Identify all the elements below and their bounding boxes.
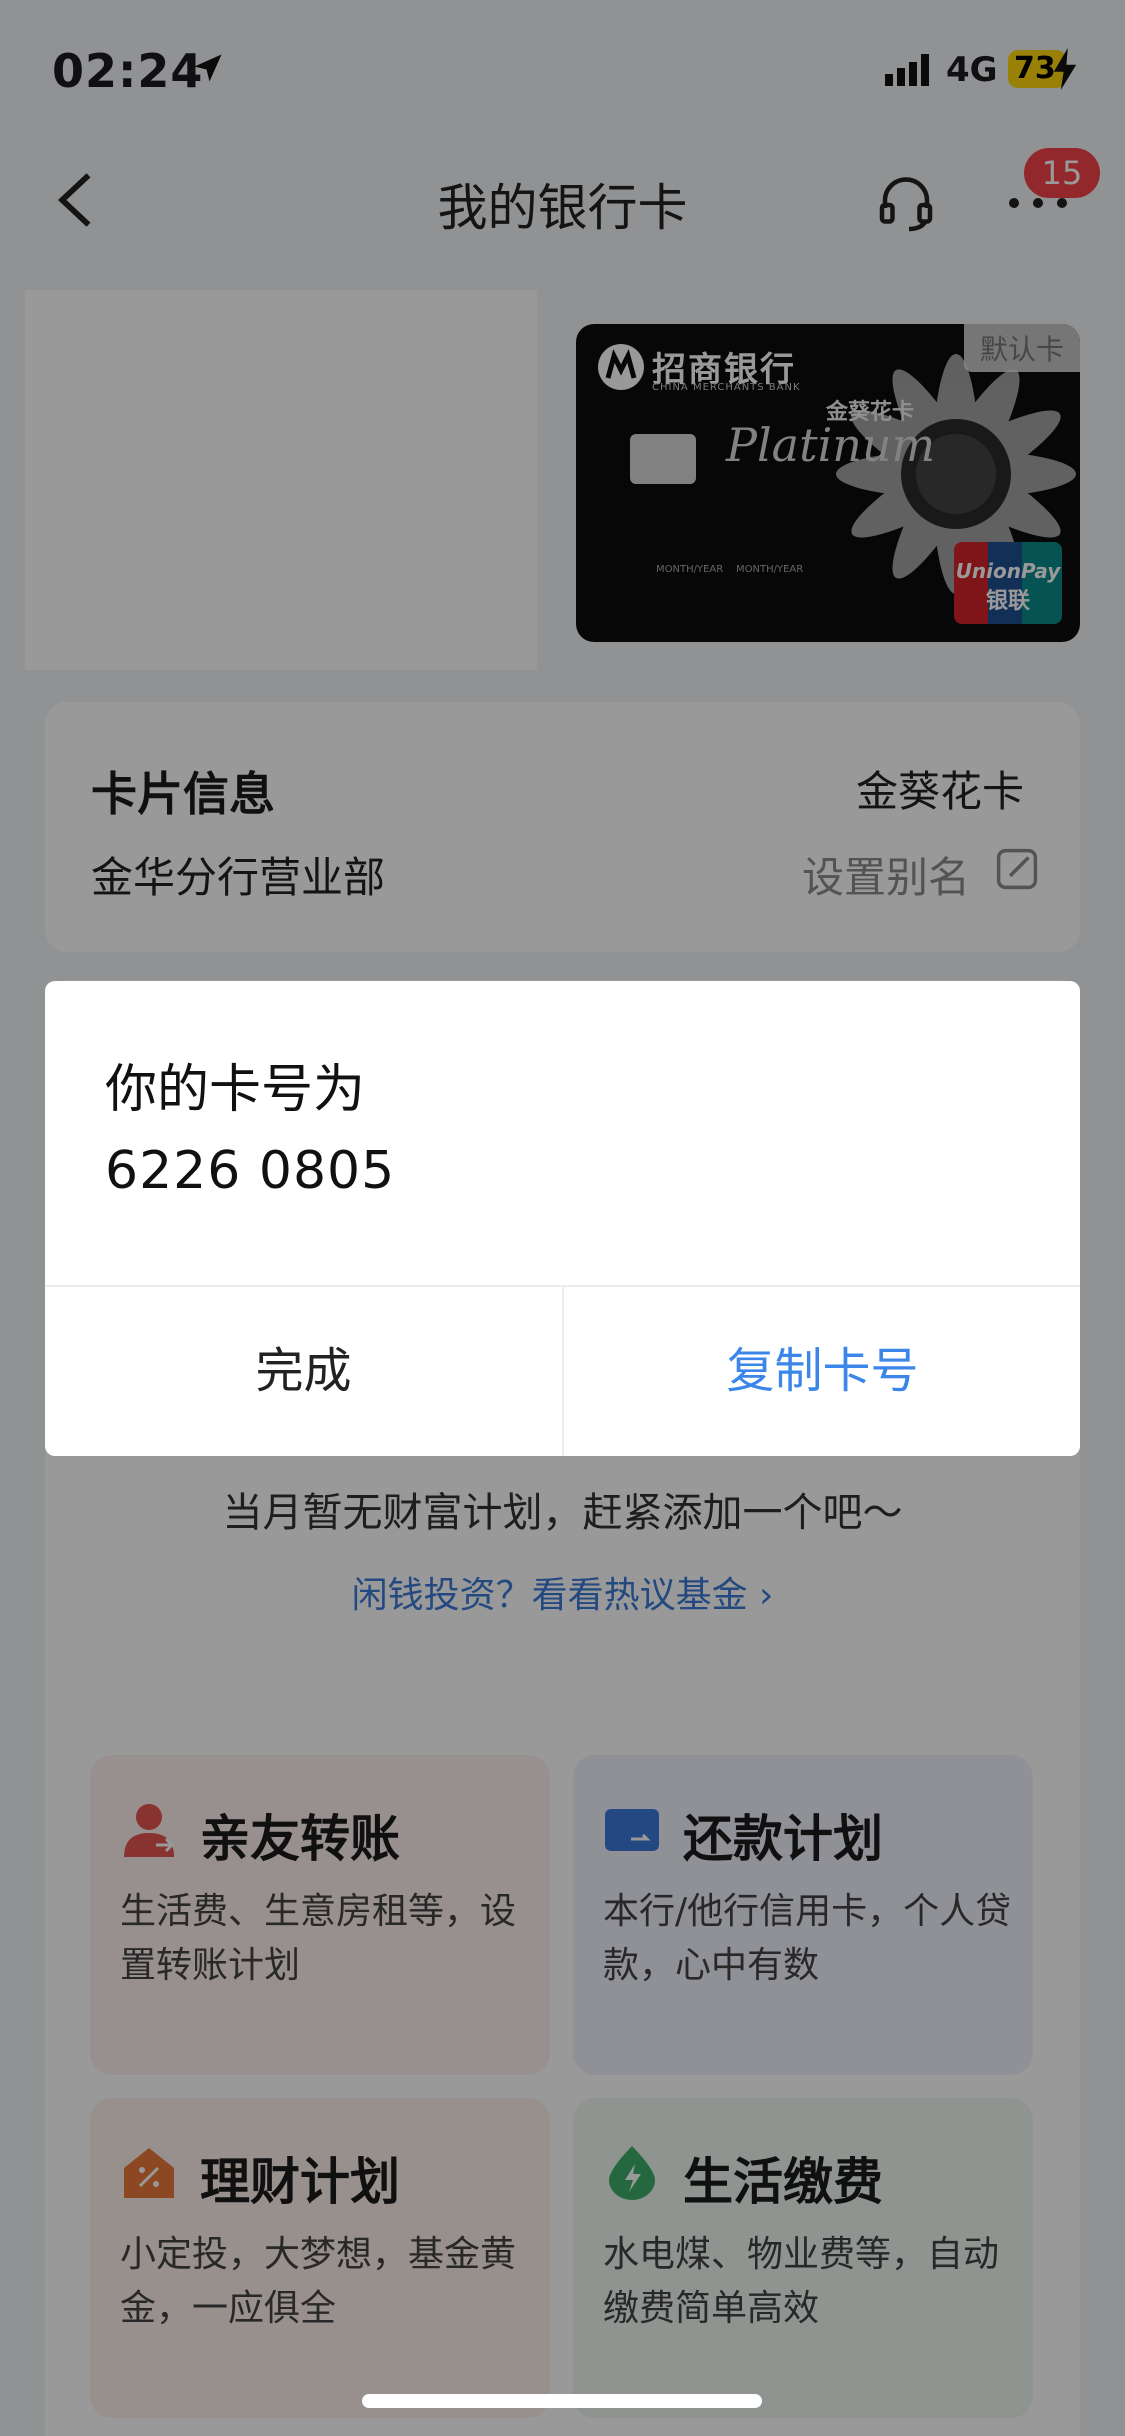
card-number-dialog: 你的卡号为 6226 0805 完成 复制卡号 (45, 981, 1080, 1456)
dialog-title: 你的卡号为 (105, 1060, 366, 1120)
done-button[interactable]: 完成 (45, 1287, 562, 1456)
copy-card-number-button[interactable]: 复制卡号 (564, 1287, 1080, 1456)
home-indicator[interactable] (362, 2394, 762, 2408)
card-number: 6226 0805 (105, 1141, 396, 1201)
